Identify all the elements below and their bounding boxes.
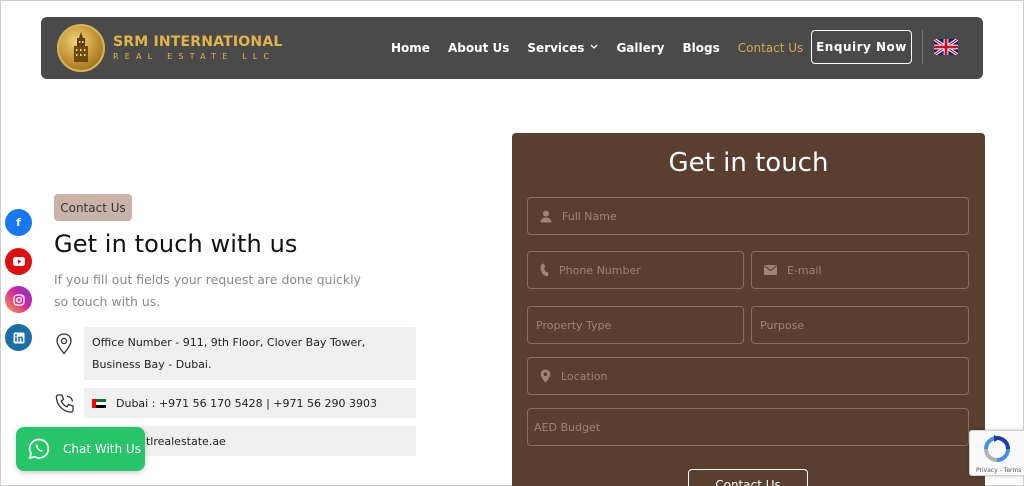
email-input[interactable]: E-mail	[751, 251, 969, 289]
nav-gallery[interactable]: Gallery	[616, 41, 664, 55]
full-name-input[interactable]: Full Name	[527, 197, 969, 235]
location-placeholder: Location	[561, 369, 608, 383]
logo[interactable]: SRM INTERNATIONAL REAL ESTATE LLC	[57, 24, 283, 72]
email-text[interactable]: ntlrealestate.ae	[139, 435, 226, 448]
lead-text: If you fill out fields your request are …	[54, 272, 361, 309]
location-pin-icon	[540, 369, 551, 383]
full-name-placeholder: Full Name	[562, 209, 617, 223]
recaptcha-icon	[984, 435, 1010, 462]
uae-flag-icon	[92, 398, 106, 408]
logo-title: SRM INTERNATIONAL	[113, 34, 283, 50]
contact-us-badge: Contact Us	[54, 194, 132, 221]
phone-number-input[interactable]: Phone Number	[527, 251, 744, 289]
purpose-select[interactable]: Purpose	[751, 306, 969, 344]
contact-form: Get in touch Full Name Phone Number E-ma…	[512, 133, 985, 486]
phone-number-placeholder: Phone Number	[559, 263, 641, 277]
instagram-icon[interactable]	[5, 286, 32, 313]
youtube-icon[interactable]	[5, 248, 32, 275]
nav-home[interactable]: Home	[391, 41, 430, 55]
nav-blogs[interactable]: Blogs	[683, 41, 720, 55]
chevron-down-icon	[590, 43, 598, 53]
recaptcha-terms[interactable]: Privacy - Terms	[976, 467, 1021, 474]
recaptcha-badge[interactable]: Privacy - Terms	[969, 430, 1024, 476]
location-pin-icon	[54, 333, 74, 359]
phone-icon	[540, 263, 549, 277]
nav-divider	[922, 30, 923, 64]
nav-services[interactable]: Services	[527, 41, 598, 55]
enquiry-now-button[interactable]: Enquiry Now	[811, 30, 912, 64]
property-type-select[interactable]: Property Type	[527, 306, 744, 344]
budget-placeholder: AED Budget	[534, 420, 601, 434]
navbar: SRM INTERNATIONAL REAL ESTATE LLC Home A…	[41, 17, 983, 79]
purpose-placeholder: Purpose	[760, 318, 805, 332]
envelope-icon	[764, 265, 777, 275]
property-type-placeholder: Property Type	[536, 318, 612, 332]
uk-flag-icon[interactable]	[933, 37, 959, 59]
logo-subtitle: REAL ESTATE LLC	[113, 52, 276, 61]
nav-services-label: Services	[527, 41, 585, 55]
whatsapp-icon	[28, 438, 50, 460]
contact-us-submit-button[interactable]: Contact Us	[688, 469, 808, 486]
phone-numbers: Dubai : +971 56 170 5428 | +971 56 290 3…	[84, 388, 416, 418]
budget-input[interactable]: AED Budget	[527, 408, 969, 446]
nav-about-us[interactable]: About Us	[448, 41, 509, 55]
whatsapp-label: Chat With Us	[63, 442, 141, 456]
form-title: Get in touch	[668, 148, 829, 178]
linkedin-icon[interactable]	[5, 324, 32, 351]
logo-tower-icon	[57, 24, 105, 72]
nav-menu: Home About Us Services Gallery Blogs Con…	[391, 17, 821, 79]
phone-icon	[54, 393, 76, 419]
email-placeholder: E-mail	[787, 263, 822, 277]
office-address: Office Number - 911, 9th Floor, Clover B…	[84, 327, 416, 380]
facebook-icon[interactable]: f	[5, 209, 32, 236]
nav-contact-us[interactable]: Contact Us	[738, 41, 804, 55]
phone-numbers-text[interactable]: Dubai : +971 56 170 5428 | +971 56 290 3…	[116, 397, 377, 410]
whatsapp-chat-button[interactable]: Chat With Us	[16, 427, 145, 471]
user-icon	[540, 210, 552, 223]
page-title: Get in touch with us	[54, 230, 298, 258]
location-input[interactable]: Location	[527, 357, 969, 395]
